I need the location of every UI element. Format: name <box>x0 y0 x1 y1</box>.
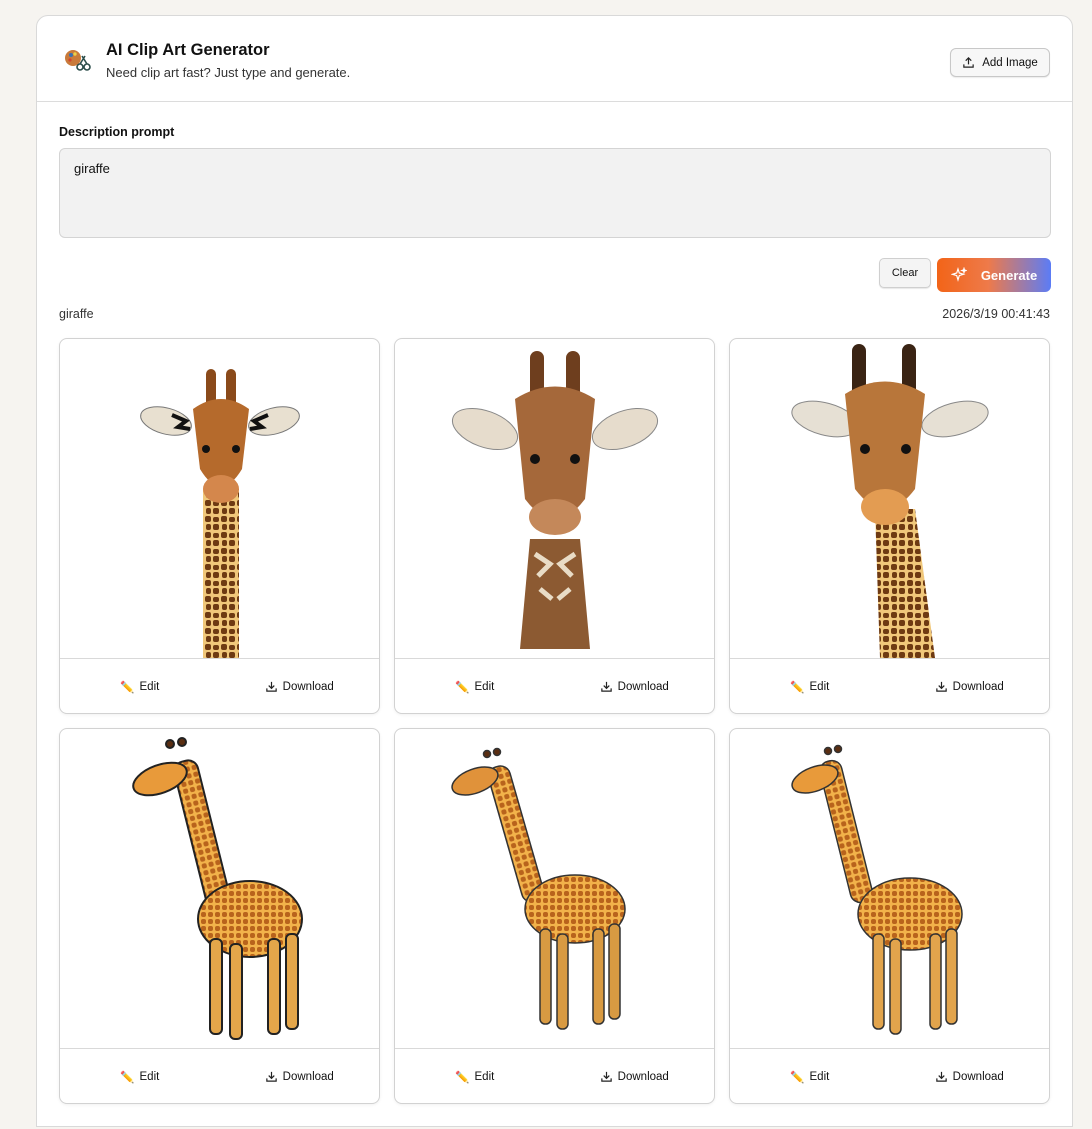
download-icon <box>600 680 613 693</box>
download-button[interactable]: Download <box>890 1049 1050 1103</box>
download-button[interactable]: Download <box>555 659 715 713</box>
result-timestamp: 2026/3/19 00:41:43 <box>942 307 1050 321</box>
upload-icon <box>962 56 975 69</box>
card-actions: ✏️ Edit Download <box>60 1048 380 1103</box>
download-label: Download <box>952 680 1004 693</box>
download-icon <box>600 1070 613 1083</box>
download-icon <box>935 1070 948 1083</box>
clear-button[interactable]: Clear <box>879 258 931 288</box>
add-image-button[interactable]: Add Image <box>950 48 1050 77</box>
edit-label: Edit <box>139 1070 160 1083</box>
download-button[interactable]: Download <box>220 659 380 713</box>
clip-art-card: ✏️ Edit Download <box>729 338 1050 714</box>
download-icon <box>265 1070 278 1083</box>
giraffe-head-image[interactable] <box>60 339 379 658</box>
card-actions: ✏️ Edit Download <box>395 1048 715 1103</box>
pencil-icon: ✏️ <box>455 1071 470 1084</box>
edit-button[interactable]: ✏️ Edit <box>395 659 555 713</box>
giraffe-full-image[interactable] <box>395 729 714 1048</box>
sparkle-icon <box>950 267 967 283</box>
clip-art-card: ✏️ Edit Download <box>729 728 1050 1104</box>
edit-button[interactable]: ✏️ Edit <box>730 659 890 713</box>
card-actions: ✏️ Edit Download <box>60 658 380 713</box>
giraffe-head-image[interactable] <box>730 339 1049 658</box>
giraffe-full-image[interactable] <box>60 729 379 1048</box>
pencil-icon: ✏️ <box>790 681 805 694</box>
download-label: Download <box>282 1070 334 1083</box>
header: AI Clip Art Generator Need clip art fast… <box>37 16 1072 102</box>
edit-label: Edit <box>139 680 160 693</box>
prompt-label: Description prompt <box>59 125 175 139</box>
generate-button[interactable]: Generate <box>937 258 1051 292</box>
download-label: Download <box>282 680 334 693</box>
edit-button[interactable]: ✏️ Edit <box>60 1049 220 1103</box>
app-subtitle: Need clip art fast? Just type and genera… <box>106 65 351 80</box>
edit-label: Edit <box>809 1070 830 1083</box>
edit-button[interactable]: ✏️ Edit <box>395 1049 555 1103</box>
card-actions: ✏️ Edit Download <box>730 1048 1050 1103</box>
pencil-icon: ✏️ <box>120 681 135 694</box>
download-label: Download <box>617 1070 669 1083</box>
pencil-icon: ✏️ <box>120 1071 135 1084</box>
giraffe-head-image[interactable] <box>395 339 714 658</box>
card-actions: ✏️ Edit Download <box>730 658 1050 713</box>
pencil-icon: ✏️ <box>455 681 470 694</box>
edit-button[interactable]: ✏️ Edit <box>60 659 220 713</box>
download-button[interactable]: Download <box>555 1049 715 1103</box>
card-actions: ✏️ Edit Download <box>395 658 715 713</box>
clip-art-card: ✏️ Edit Download <box>59 338 380 714</box>
pencil-icon: ✏️ <box>790 1071 805 1084</box>
download-icon <box>265 680 278 693</box>
edit-button[interactable]: ✏️ Edit <box>730 1049 890 1103</box>
clip-art-panel: AI Clip Art Generator Need clip art fast… <box>36 15 1073 1127</box>
edit-label: Edit <box>474 680 495 693</box>
result-prompt: giraffe <box>59 307 94 321</box>
add-image-label: Add Image <box>982 56 1038 69</box>
giraffe-full-image[interactable] <box>730 729 1049 1048</box>
edit-label: Edit <box>474 1070 495 1083</box>
prompt-input[interactable]: giraffe <box>59 148 1051 238</box>
download-button[interactable]: Download <box>220 1049 380 1103</box>
app-title: AI Clip Art Generator <box>106 41 270 59</box>
download-label: Download <box>952 1070 1004 1083</box>
clip-art-card: ✏️ Edit Download <box>394 338 715 714</box>
palette-logo-icon <box>63 46 91 74</box>
clip-art-card: ✏️ Edit Download <box>394 728 715 1104</box>
generate-label: Generate <box>980 267 1038 283</box>
clip-art-card: ✏️ Edit Download <box>59 728 380 1104</box>
download-button[interactable]: Download <box>890 659 1050 713</box>
download-icon <box>935 680 948 693</box>
download-label: Download <box>617 680 669 693</box>
edit-label: Edit <box>809 680 830 693</box>
